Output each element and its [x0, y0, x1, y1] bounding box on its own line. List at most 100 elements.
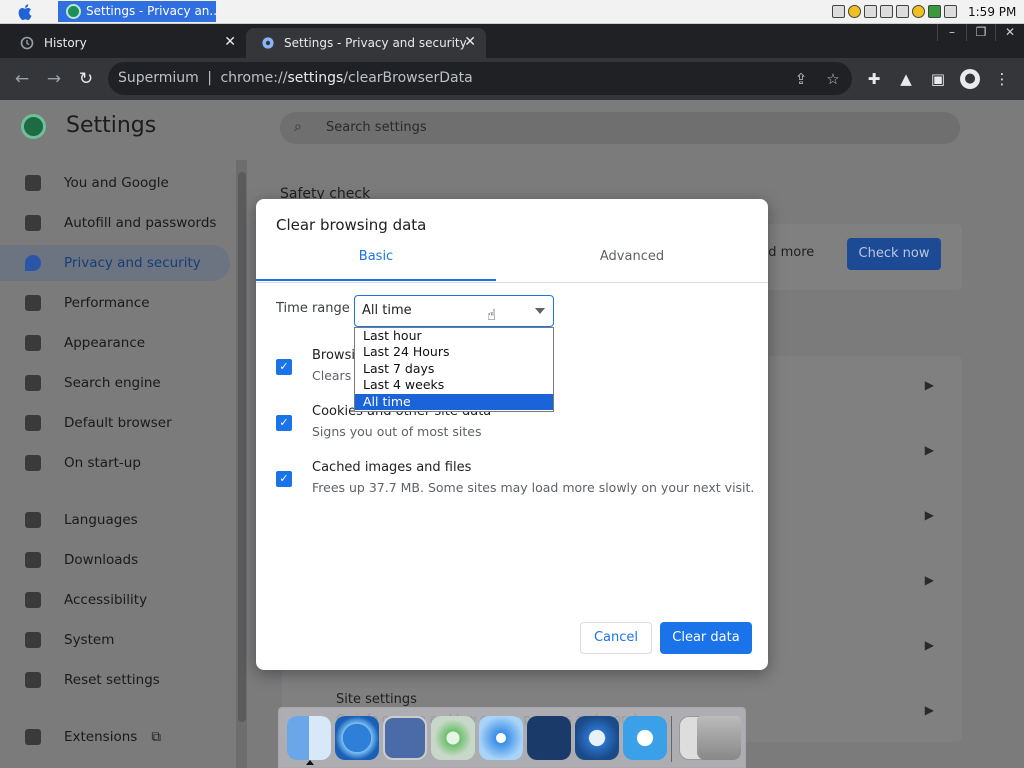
reset-icon	[25, 672, 41, 688]
sidebar-item-system[interactable]: System	[0, 622, 230, 658]
extensions-icon[interactable]: ✚	[864, 69, 884, 89]
tab-settings[interactable]: Settings - Privacy and security ✕	[246, 28, 486, 58]
external-link-icon: ⧉	[151, 729, 161, 745]
time-range-select[interactable]: All time	[354, 295, 554, 327]
sidebar-item-extensions[interactable]: Extensions ⧉	[0, 719, 230, 755]
sidebar-item-autofill[interactable]: Autofill and passwords	[0, 205, 230, 241]
side-panel-icon[interactable]: ▣	[928, 69, 948, 89]
photo-icon[interactable]	[383, 716, 427, 760]
shield-tray-icon[interactable]	[848, 5, 861, 18]
tab-label: Settings - Privacy and security	[284, 36, 467, 50]
sidebar-item-you-and-google[interactable]: You and Google	[0, 165, 230, 201]
finder-icon[interactable]	[287, 716, 331, 760]
sidebar-item-label: On start-up	[64, 455, 141, 471]
clear-data-button[interactable]: Clear data	[660, 622, 752, 654]
close-icon[interactable]: ✕	[464, 34, 476, 50]
sidebar-item-on-startup[interactable]: On start-up	[0, 445, 230, 481]
puzzle-icon	[25, 729, 41, 745]
menu-kebab-icon[interactable]: ⋮	[992, 69, 1012, 89]
chevron-right-icon[interactable]: ▶	[925, 443, 934, 457]
cookies-checkbox[interactable]: ✓	[276, 415, 292, 431]
globe-icon	[25, 512, 41, 528]
tab-label: Advanced	[599, 249, 665, 264]
chevron-right-icon[interactable]: ▶	[925, 378, 934, 392]
chevron-right-icon[interactable]: ▶	[925, 703, 934, 717]
browsing-history-checkbox[interactable]: ✓	[276, 359, 292, 375]
palette-icon	[25, 335, 41, 351]
labs-flask-icon[interactable]: ▲	[896, 69, 916, 89]
search-tray-icon[interactable]	[912, 5, 925, 18]
profile-avatar-icon[interactable]: ●	[960, 69, 980, 89]
share-icon[interactable]: ⇪	[792, 70, 810, 88]
search-settings-input[interactable]: ⌕ Search settings	[280, 112, 960, 144]
option-last-4-weeks[interactable]: Last 4 weeks	[355, 377, 553, 393]
chat-tray-icon[interactable]	[896, 5, 909, 18]
cache-checkbox[interactable]: ✓	[276, 471, 292, 487]
sidebar-item-default-browser[interactable]: Default browser	[0, 405, 230, 441]
internet-explorer-icon[interactable]	[335, 716, 379, 760]
imovie-icon[interactable]	[527, 716, 571, 760]
sidebar-item-accessibility[interactable]: Accessibility	[0, 582, 230, 618]
itunes-icon[interactable]	[431, 716, 475, 760]
sidebar-item-reset[interactable]: Reset settings	[0, 662, 230, 698]
option-last-24-hours[interactable]: Last 24 Hours	[355, 344, 553, 360]
close-icon[interactable]: ✕	[224, 34, 236, 50]
back-button[interactable]: ←	[12, 69, 32, 89]
person-icon	[25, 175, 41, 191]
sidebar-item-languages[interactable]: Languages	[0, 502, 230, 538]
cancel-button[interactable]: Cancel	[580, 622, 652, 654]
sidebar-item-label: Accessibility	[64, 592, 148, 608]
sidebar-item-privacy[interactable]: Privacy and security	[0, 245, 230, 281]
option-all-time[interactable]: All time	[355, 393, 553, 410]
address-bar[interactable]: Supermium | chrome://settings/clearBrows…	[108, 62, 852, 95]
forward-button[interactable]: →	[44, 69, 64, 89]
tab-history[interactable]: History ✕	[0, 28, 246, 58]
apple-icon[interactable]	[17, 3, 35, 21]
quicktime-icon[interactable]	[623, 716, 667, 760]
dialog-title: Clear browsing data	[276, 216, 427, 234]
sidebar-item-label: Privacy and security	[64, 255, 201, 271]
keyboard-tray-icon[interactable]	[832, 5, 845, 18]
tab-advanced[interactable]: Advanced	[512, 249, 752, 281]
sidebar-item-label: Default browser	[64, 415, 172, 431]
taskbar-window-label: Settings - Privacy an...	[86, 4, 216, 18]
sidebar-item-downloads[interactable]: Downloads	[0, 542, 230, 578]
url-scheme: chrome://	[220, 70, 288, 86]
display-tray-icon[interactable]	[864, 5, 877, 18]
minimize-button[interactable]: –	[937, 24, 966, 41]
dvd-player-icon[interactable]	[575, 716, 619, 760]
sidebar-item-performance[interactable]: Performance	[0, 285, 230, 321]
trash-icon[interactable]	[697, 716, 741, 760]
hand-cursor-icon: ☝	[487, 306, 497, 324]
media-player-icon[interactable]	[479, 716, 523, 760]
sidebar-item-label: Reset settings	[64, 672, 160, 688]
volume-tray-icon[interactable]	[944, 5, 957, 18]
restore-button[interactable]: ❐	[966, 24, 995, 41]
star-icon[interactable]: ☆	[824, 70, 842, 88]
search-placeholder: Search settings	[326, 120, 427, 135]
time-range-label: Time range	[276, 301, 350, 316]
clear-browsing-data-dialog: Clear browsing data Basic Advanced Time …	[256, 199, 768, 670]
check-now-button[interactable]: Check now	[847, 238, 941, 270]
safety-check-text: nd more	[760, 245, 815, 260]
monitor-tray-icon[interactable]	[880, 5, 893, 18]
network-tray-icon[interactable]	[928, 5, 941, 18]
sidebar-item-search-engine[interactable]: Search engine	[0, 365, 230, 401]
chevron-right-icon[interactable]: ▶	[925, 508, 934, 522]
clock[interactable]: 1:59 PM	[968, 5, 1016, 19]
chevron-right-icon[interactable]: ▶	[925, 573, 934, 587]
sidebar-item-appearance[interactable]: Appearance	[0, 325, 230, 361]
option-last-hour[interactable]: Last hour	[355, 328, 553, 344]
chevron-right-icon[interactable]: ▶	[925, 638, 934, 652]
option-last-7-days[interactable]: Last 7 days	[355, 361, 553, 377]
tab-label: Basic	[358, 249, 394, 264]
url-separator: |	[207, 70, 212, 86]
reload-button[interactable]: ↻	[76, 69, 96, 89]
sidebar-scrollbar-thumb[interactable]	[238, 172, 246, 722]
tab-basic[interactable]: Basic	[256, 249, 496, 281]
sidebar-item-label: Appearance	[64, 335, 146, 351]
window-controls: – ❐ ✕	[937, 24, 1024, 42]
close-window-button[interactable]: ✕	[995, 24, 1024, 41]
taskbar-window-button[interactable]: Settings - Privacy an...	[58, 1, 216, 22]
sidebar-item-label: You and Google	[64, 175, 169, 191]
